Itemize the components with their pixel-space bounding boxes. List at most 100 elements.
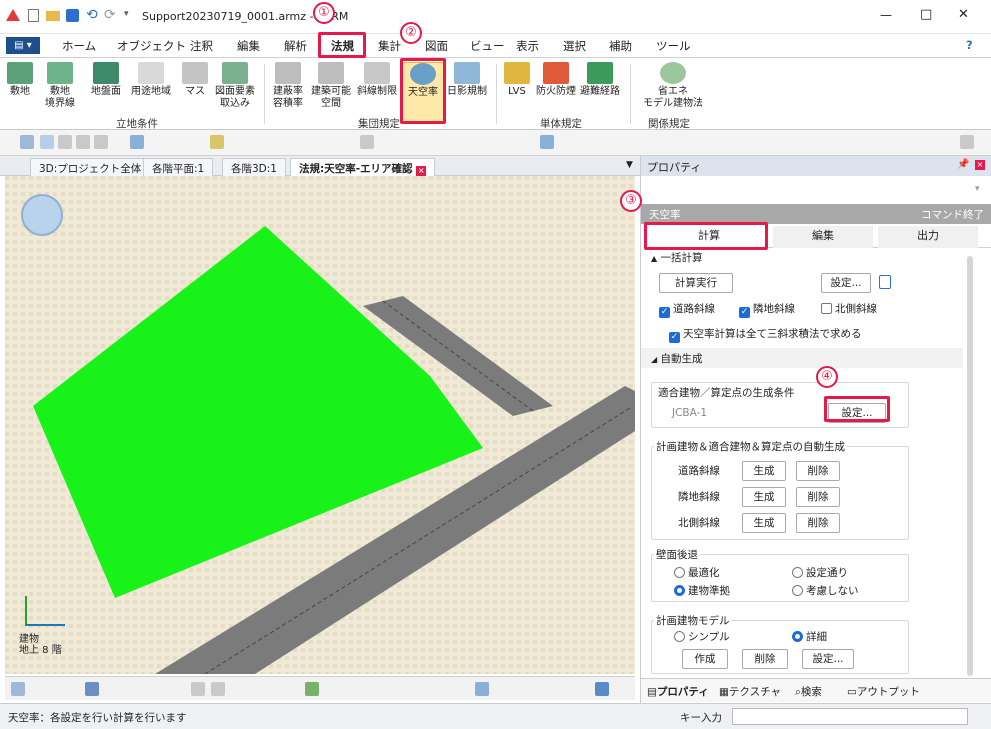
- fire-smoke-button[interactable]: 防火防煙: [536, 62, 576, 98]
- display-style-icon[interactable]: [595, 682, 609, 696]
- help-icon[interactable]: ?: [966, 38, 973, 52]
- tab-floor-plan[interactable]: 各階平面:1: [143, 158, 214, 176]
- tab-properties[interactable]: ▤プロパティ: [647, 684, 709, 699]
- adjacent-slant-checkbox[interactable]: ✓ 隣地斜線: [739, 301, 795, 318]
- menu-drawing[interactable]: 図面: [425, 38, 448, 54]
- tab-floor-3d[interactable]: 各階3D:1: [222, 158, 286, 176]
- ground-level-button[interactable]: 地盤面: [86, 62, 126, 98]
- layer-tool-icon[interactable]: [540, 135, 554, 149]
- menu-object[interactable]: オブジェクト: [117, 38, 186, 54]
- slant-limit-button[interactable]: 斜線制限: [354, 62, 400, 98]
- setback-building-radio[interactable]: 建物準拠: [674, 583, 730, 598]
- edit-tool-icon[interactable]: [58, 135, 72, 149]
- generate-road-button[interactable]: 生成: [742, 461, 786, 481]
- view-mode-icon[interactable]: [11, 682, 25, 696]
- menu-edit[interactable]: 編集: [237, 38, 260, 54]
- 3d-viewport[interactable]: 建物 地上 8 階: [5, 176, 635, 674]
- ground-level-icon: [93, 62, 119, 84]
- shadow-regulation-button[interactable]: 日影規制: [444, 62, 490, 98]
- lvs-button[interactable]: LVS: [500, 62, 534, 98]
- snap-tool-icon[interactable]: [130, 135, 144, 149]
- line-tool-icon[interactable]: [40, 135, 54, 149]
- panel-bottom-tabs: ▤プロパティ ▦テクスチャ ⌕検索 ▭アウトプット: [641, 678, 991, 702]
- new-file-icon[interactable]: [28, 9, 39, 22]
- redo-icon[interactable]: ⟳: [104, 7, 116, 23]
- menu-annotation[interactable]: 注釈: [190, 38, 213, 54]
- model-settings-button[interactable]: 設定...: [802, 649, 854, 669]
- menu-display[interactable]: 表示: [516, 38, 539, 54]
- tab-output[interactable]: 出力: [878, 226, 978, 248]
- delete-adjacent-button[interactable]: 削除: [796, 487, 840, 507]
- panel-close-icon[interactable]: ×: [975, 160, 985, 170]
- model-detail-radio[interactable]: 詳細: [792, 629, 827, 644]
- menu-tools[interactable]: ツール: [656, 38, 691, 54]
- more-tools-icon[interactable]: [960, 135, 974, 149]
- coverage-ratio-button[interactable]: 建蔽率 容積率: [268, 62, 308, 110]
- key-input-field[interactable]: [732, 708, 968, 725]
- view-tool-icon[interactable]: [360, 135, 374, 149]
- panel-pin-icon[interactable]: 📌: [957, 159, 969, 170]
- tab-texture[interactable]: ▦テクスチャ: [719, 684, 781, 699]
- model-delete-button[interactable]: 削除: [742, 649, 788, 669]
- batch-calc-header[interactable]: ▲ 一括計算: [651, 250, 703, 265]
- tab-close-icon[interactable]: ×: [416, 166, 427, 176]
- command-end-link[interactable]: コマンド終了: [921, 207, 984, 222]
- render-icon[interactable]: [85, 682, 99, 696]
- clipboard-icon[interactable]: [879, 275, 891, 289]
- tab-edit[interactable]: 編集: [773, 226, 873, 248]
- tab-search[interactable]: ⌕検索: [795, 684, 822, 699]
- setback-as-set-radio[interactable]: 設定通り: [792, 565, 848, 580]
- maximize-button[interactable]: □: [920, 7, 932, 22]
- delete-north-button[interactable]: 削除: [796, 513, 840, 533]
- north-slant-checkbox[interactable]: 北側斜線: [821, 301, 877, 316]
- undo-icon[interactable]: ⟲: [86, 7, 98, 23]
- mass-button[interactable]: マス: [178, 62, 212, 98]
- site-boundary-button[interactable]: 敷地 境界線: [40, 62, 80, 110]
- menu-tally[interactable]: 集計: [378, 38, 401, 54]
- road-slant-checkbox[interactable]: ✓ 道路斜線: [659, 301, 715, 318]
- model-create-button[interactable]: 作成: [682, 649, 728, 669]
- menu-select[interactable]: 選択: [563, 38, 586, 54]
- open-folder-icon[interactable]: [46, 11, 60, 21]
- auto-gen-header[interactable]: ◢ 自動生成: [641, 348, 963, 368]
- filter-icon[interactable]: [475, 682, 489, 696]
- pan-icon[interactable]: [211, 682, 225, 696]
- minimize-button[interactable]: —: [880, 8, 892, 22]
- evacuation-route-button[interactable]: 避難経路: [578, 62, 622, 98]
- cross-tool-icon[interactable]: [94, 135, 108, 149]
- tab-3d-project[interactable]: 3D:プロジェクト全体: [30, 158, 151, 176]
- quick-access-dropdown-icon[interactable]: ▾: [124, 9, 129, 19]
- tab-output-log[interactable]: ▭アウトプット: [847, 684, 920, 699]
- triangulation-checkbox[interactable]: ✓ 天空率計算は全て三斜求積法で求める: [669, 326, 862, 343]
- app-menu-button[interactable]: ▤ ▾: [6, 37, 40, 54]
- menu-home[interactable]: ホーム: [62, 38, 96, 54]
- site-button[interactable]: 敷地: [4, 62, 36, 98]
- setback-optimize-radio[interactable]: 最適化: [674, 565, 720, 580]
- tab-sky-ratio-area[interactable]: 法規:天空率-エリア確認 ×: [290, 158, 436, 176]
- shade-icon[interactable]: [305, 682, 319, 696]
- run-calc-button[interactable]: 計算実行: [659, 273, 733, 293]
- zoom-icon[interactable]: [191, 682, 205, 696]
- box-tool-icon[interactable]: [76, 135, 90, 149]
- select-tool-icon[interactable]: [20, 135, 34, 149]
- panel-scrollbar[interactable]: [967, 256, 973, 676]
- save-icon[interactable]: [66, 9, 79, 22]
- delete-road-button[interactable]: 削除: [796, 461, 840, 481]
- tab-list-dropdown-icon[interactable]: ▼: [626, 160, 633, 170]
- menu-analysis[interactable]: 解析: [284, 38, 307, 54]
- buildable-space-button[interactable]: 建築可能 空間: [308, 62, 354, 110]
- menu-view[interactable]: ビュー: [470, 38, 505, 54]
- menu-assist[interactable]: 補助: [609, 38, 632, 54]
- zoning-button[interactable]: 用途地域: [128, 62, 174, 98]
- generate-adjacent-button[interactable]: 生成: [742, 487, 786, 507]
- calc-settings-button[interactable]: 設定...: [821, 273, 871, 293]
- panel-dropdown-icon[interactable]: ▾: [975, 184, 980, 194]
- import-drawing-button[interactable]: 図面要素 取込み: [212, 62, 258, 110]
- compass-icon[interactable]: [21, 194, 63, 236]
- energy-model-button[interactable]: 省エネ モデル建物法: [638, 62, 708, 110]
- model-simple-radio[interactable]: シンプル: [674, 629, 730, 644]
- setback-ignore-radio[interactable]: 考慮しない: [792, 583, 859, 598]
- close-button[interactable]: ✕: [958, 7, 969, 22]
- grid-tool-icon[interactable]: [210, 135, 224, 149]
- generate-north-button[interactable]: 生成: [742, 513, 786, 533]
